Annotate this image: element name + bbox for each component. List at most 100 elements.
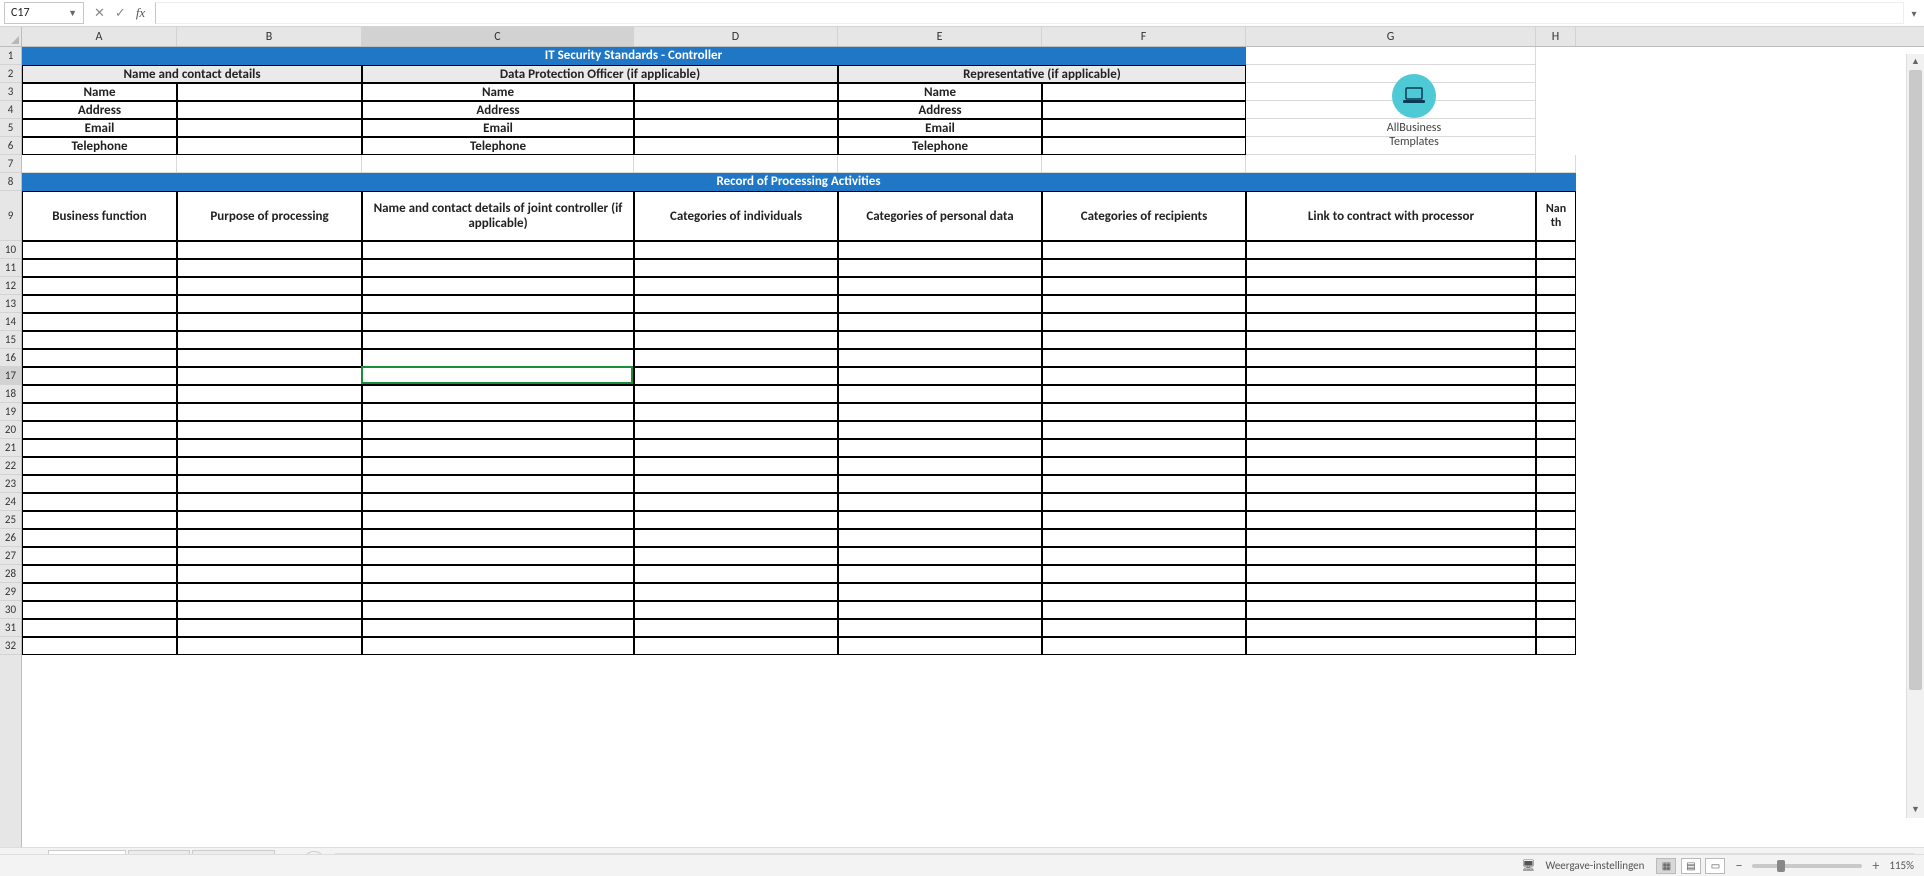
data-r29-c7[interactable] (1536, 583, 1576, 601)
data-r18-c3[interactable] (634, 385, 838, 403)
data-r10-c7[interactable] (1536, 241, 1576, 259)
cell-g1[interactable] (1246, 47, 1536, 65)
fx-icon[interactable]: fx (136, 5, 145, 21)
data-r19-c7[interactable] (1536, 403, 1576, 421)
contact-email[interactable]: Email (22, 119, 177, 137)
data-r10-c2[interactable] (362, 241, 634, 259)
data-r24-c7[interactable] (1536, 493, 1576, 511)
data-r21-c1[interactable] (177, 439, 362, 457)
page-layout-view-icon[interactable]: ▤ (1681, 858, 1701, 874)
data-r29-c5[interactable] (1042, 583, 1246, 601)
data-r16-c4[interactable] (838, 349, 1042, 367)
data-r15-c0[interactable] (22, 331, 177, 349)
cell-g6[interactable] (1246, 137, 1536, 155)
data-r29-c3[interactable] (634, 583, 838, 601)
row-header-32[interactable]: 32 (0, 637, 21, 655)
row-header-23[interactable]: 23 (0, 475, 21, 493)
data-r30-c3[interactable] (634, 601, 838, 619)
data-r30-c0[interactable] (22, 601, 177, 619)
data-r27-c1[interactable] (177, 547, 362, 565)
data-r19-c2[interactable] (362, 403, 634, 421)
data-r22-c3[interactable] (634, 457, 838, 475)
row-header-16[interactable]: 16 (0, 349, 21, 367)
column-header-G[interactable]: G (1246, 27, 1536, 46)
data-r14-c6[interactable] (1246, 313, 1536, 331)
accept-icon[interactable]: ✓ (115, 6, 126, 21)
dpo-email-value[interactable] (634, 119, 838, 137)
data-r23-c6[interactable] (1246, 475, 1536, 493)
data-r13-c4[interactable] (838, 295, 1042, 313)
formula-input[interactable] (155, 2, 1904, 24)
zoom-slider[interactable] (1752, 864, 1862, 868)
display-settings-label[interactable]: Weergave-instellingen (1545, 859, 1644, 872)
data-r15-c5[interactable] (1042, 331, 1246, 349)
column-header-F[interactable]: F (1042, 27, 1246, 46)
data-r13-c7[interactable] (1536, 295, 1576, 313)
row-header-14[interactable]: 14 (0, 313, 21, 331)
data-r14-c5[interactable] (1042, 313, 1246, 331)
data-r11-c6[interactable] (1246, 259, 1536, 277)
data-r24-c5[interactable] (1042, 493, 1246, 511)
data-r16-c7[interactable] (1536, 349, 1576, 367)
header-4[interactable]: Categories of personal data (838, 191, 1042, 241)
row-header-8[interactable]: 8 (0, 173, 21, 191)
data-r25-c5[interactable] (1042, 511, 1246, 529)
data-r26-c7[interactable] (1536, 529, 1576, 547)
data-r15-c6[interactable] (1246, 331, 1536, 349)
contact-address[interactable]: Address (22, 101, 177, 119)
data-r16-c6[interactable] (1246, 349, 1536, 367)
data-r25-c6[interactable] (1246, 511, 1536, 529)
dpo-name-value[interactable] (634, 83, 838, 101)
data-r23-c7[interactable] (1536, 475, 1576, 493)
rep-email[interactable]: Email (838, 119, 1042, 137)
data-r15-c7[interactable] (1536, 331, 1576, 349)
data-r22-c6[interactable] (1246, 457, 1536, 475)
data-r25-c0[interactable] (22, 511, 177, 529)
row-header-29[interactable]: 29 (0, 583, 21, 601)
data-r27-c5[interactable] (1042, 547, 1246, 565)
data-r28-c5[interactable] (1042, 565, 1246, 583)
data-r11-c0[interactable] (22, 259, 177, 277)
data-r25-c4[interactable] (838, 511, 1042, 529)
contact-address-value[interactable] (177, 101, 362, 119)
contact-telephone-value[interactable] (177, 137, 362, 155)
data-r22-c4[interactable] (838, 457, 1042, 475)
data-r21-c0[interactable] (22, 439, 177, 457)
data-r31-c3[interactable] (634, 619, 838, 637)
data-r16-c3[interactable] (634, 349, 838, 367)
data-r24-c4[interactable] (838, 493, 1042, 511)
header-1[interactable]: Purpose of processing (177, 191, 362, 241)
data-r21-c4[interactable] (838, 439, 1042, 457)
data-r24-c2[interactable] (362, 493, 634, 511)
cell-r7-0[interactable] (22, 155, 177, 173)
data-r15-c3[interactable] (634, 331, 838, 349)
scroll-up-icon[interactable]: ▲ (1907, 54, 1924, 70)
header-5[interactable]: Categories of recipients (1042, 191, 1246, 241)
data-r25-c7[interactable] (1536, 511, 1576, 529)
dpo-address[interactable]: Address (362, 101, 634, 119)
rep-name[interactable]: Name (838, 83, 1042, 101)
dpo-telephone[interactable]: Telephone (362, 137, 634, 155)
section-dpo[interactable]: Data Protection Officer (if applicable) (362, 65, 838, 83)
data-r31-c1[interactable] (177, 619, 362, 637)
column-header-D[interactable]: D (634, 27, 838, 46)
data-r19-c0[interactable] (22, 403, 177, 421)
data-r17-c0[interactable] (22, 367, 177, 385)
data-r11-c7[interactable] (1536, 259, 1576, 277)
rep-telephone[interactable]: Telephone (838, 137, 1042, 155)
data-r26-c0[interactable] (22, 529, 177, 547)
data-r19-c1[interactable] (177, 403, 362, 421)
contact-telephone[interactable]: Telephone (22, 137, 177, 155)
data-r17-c2[interactable] (362, 367, 634, 385)
dpo-address-value[interactable] (634, 101, 838, 119)
data-r26-c5[interactable] (1042, 529, 1246, 547)
row-header-19[interactable]: 19 (0, 403, 21, 421)
data-r25-c2[interactable] (362, 511, 634, 529)
rep-telephone-value[interactable] (1042, 137, 1246, 155)
cell-g4[interactable] (1246, 101, 1536, 119)
cell-r7-4[interactable] (838, 155, 1042, 173)
data-r31-c6[interactable] (1246, 619, 1536, 637)
data-r17-c5[interactable] (1042, 367, 1246, 385)
data-r15-c4[interactable] (838, 331, 1042, 349)
data-r18-c1[interactable] (177, 385, 362, 403)
